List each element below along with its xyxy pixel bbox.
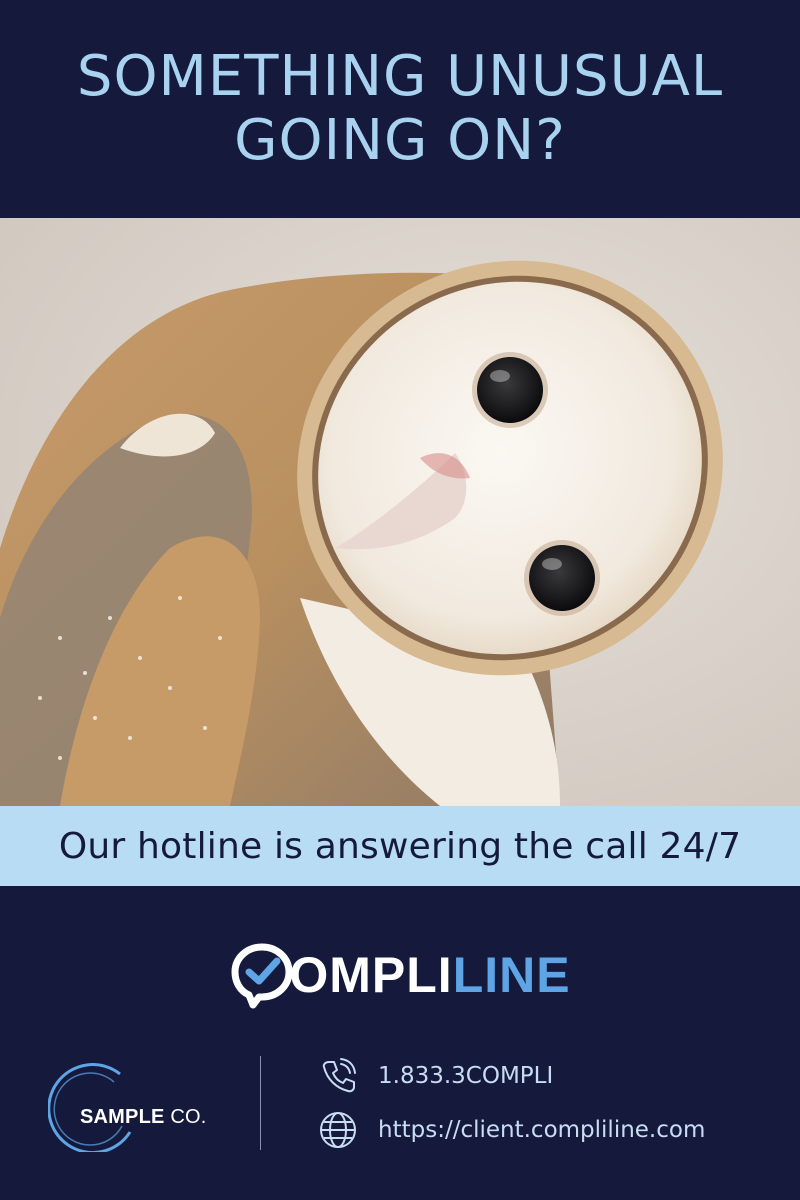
company-name-regular: CO. bbox=[170, 1106, 207, 1128]
brand-word-part2: LINE bbox=[452, 947, 571, 1003]
brand-wordmark: OMPLILINE bbox=[289, 946, 570, 1004]
owl-eye-upper bbox=[472, 352, 548, 428]
brand-word-part1: OMPLI bbox=[289, 947, 453, 1003]
owl-eye-lower bbox=[524, 540, 600, 616]
company-logo: SAMPLE CO. bbox=[48, 1052, 228, 1152]
phone-number[interactable]: 1.833.3COMPLI bbox=[378, 1063, 553, 1089]
headline-line-2: GOING ON? bbox=[234, 108, 566, 173]
ring-logo-icon bbox=[48, 1063, 132, 1152]
hotline-banner-text: Our hotline is answering the call 24/7 bbox=[58, 825, 742, 867]
compliline-logo: OMPLILINE bbox=[0, 935, 800, 1015]
company-name-bold: SAMPLE bbox=[80, 1106, 165, 1128]
footer: SAMPLE CO. 1.833.3COMPLI https://client.… bbox=[0, 1040, 800, 1180]
website-link[interactable]: https://client.compliline.com bbox=[378, 1117, 705, 1143]
speech-bubble-check-icon bbox=[231, 943, 293, 1009]
owl-photo bbox=[0, 218, 800, 806]
header: SOMETHING UNUSUAL GOING ON? bbox=[0, 0, 800, 218]
phone-icon bbox=[322, 1058, 356, 1093]
phone-row: 1.833.3COMPLI bbox=[318, 1056, 553, 1096]
hotline-banner: Our hotline is answering the call 24/7 bbox=[0, 806, 800, 886]
globe-icon bbox=[320, 1112, 356, 1148]
company-name: SAMPLE CO. bbox=[80, 1106, 206, 1129]
web-row: https://client.compliline.com bbox=[318, 1110, 705, 1150]
footer-divider bbox=[260, 1056, 261, 1150]
headline-line-1: SOMETHING UNUSUAL bbox=[76, 44, 724, 109]
barn-owl-illustration bbox=[0, 218, 800, 806]
